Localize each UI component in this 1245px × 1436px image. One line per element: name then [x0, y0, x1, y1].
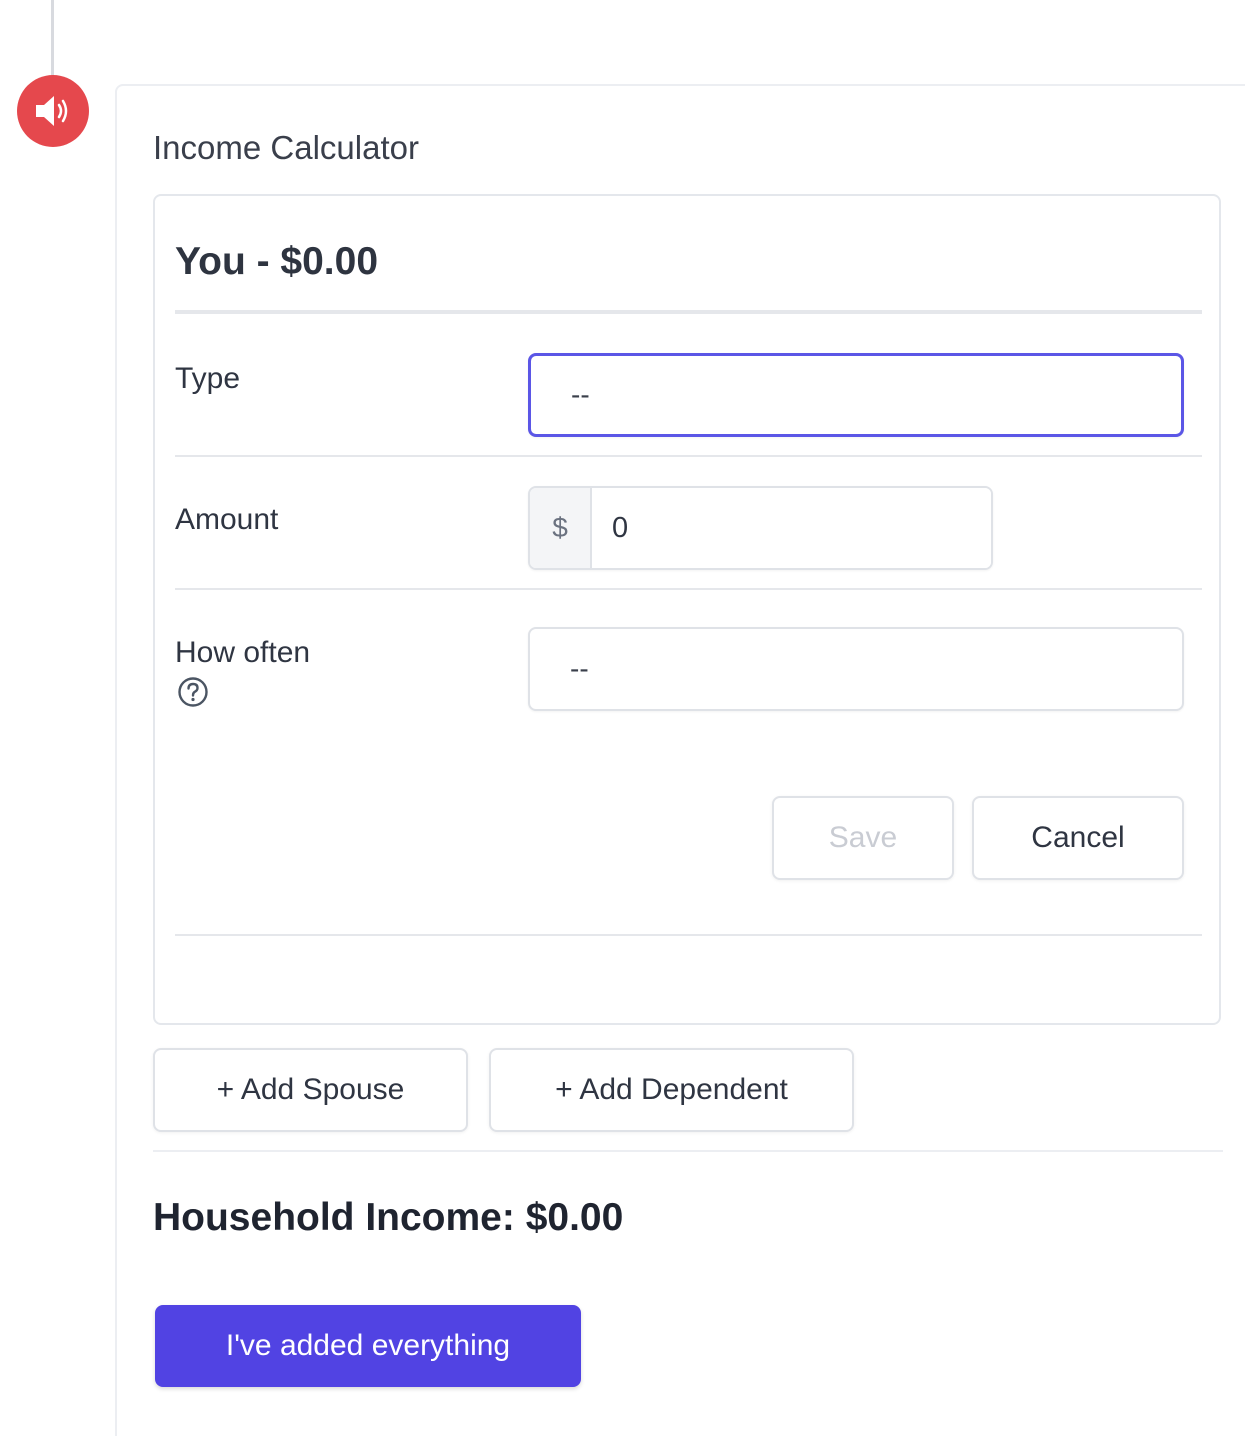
type-select-value: --	[571, 379, 590, 410]
frequency-select[interactable]: --	[528, 627, 1184, 711]
timeline-connector	[51, 0, 54, 78]
row-divider	[175, 455, 1202, 457]
amount-label: Amount	[175, 503, 279, 536]
currency-prefix: $	[530, 488, 592, 568]
add-spouse-button[interactable]: + Add Spouse	[153, 1048, 468, 1132]
card-bottom-divider	[175, 934, 1202, 936]
row-divider	[175, 588, 1202, 590]
section-divider	[153, 1150, 1223, 1152]
panel-title: Income Calculator	[153, 129, 419, 166]
type-select[interactable]: --	[528, 353, 1184, 437]
frequency-label: How often	[175, 636, 311, 669]
save-button[interactable]: Save	[772, 796, 954, 880]
person-heading: You - $0.00	[175, 240, 379, 283]
cancel-button[interactable]: Cancel	[972, 796, 1184, 880]
amount-input[interactable]	[592, 488, 991, 568]
audio-play-button[interactable]	[17, 75, 89, 147]
add-dependent-button[interactable]: + Add Dependent	[489, 1048, 854, 1132]
speaker-icon	[36, 96, 68, 126]
question-circle-icon[interactable]	[177, 676, 209, 708]
added-everything-button[interactable]: I've added everything	[155, 1305, 581, 1387]
heading-divider	[175, 310, 1202, 314]
type-label: Type	[175, 362, 241, 395]
person-income-card	[153, 194, 1221, 1025]
frequency-select-value: --	[570, 653, 589, 684]
amount-input-group: $	[528, 486, 993, 570]
household-income-total: Household Income: $0.00	[153, 1196, 624, 1239]
page: Income Calculator You - $0.00 Type -- Am…	[0, 0, 1245, 1436]
